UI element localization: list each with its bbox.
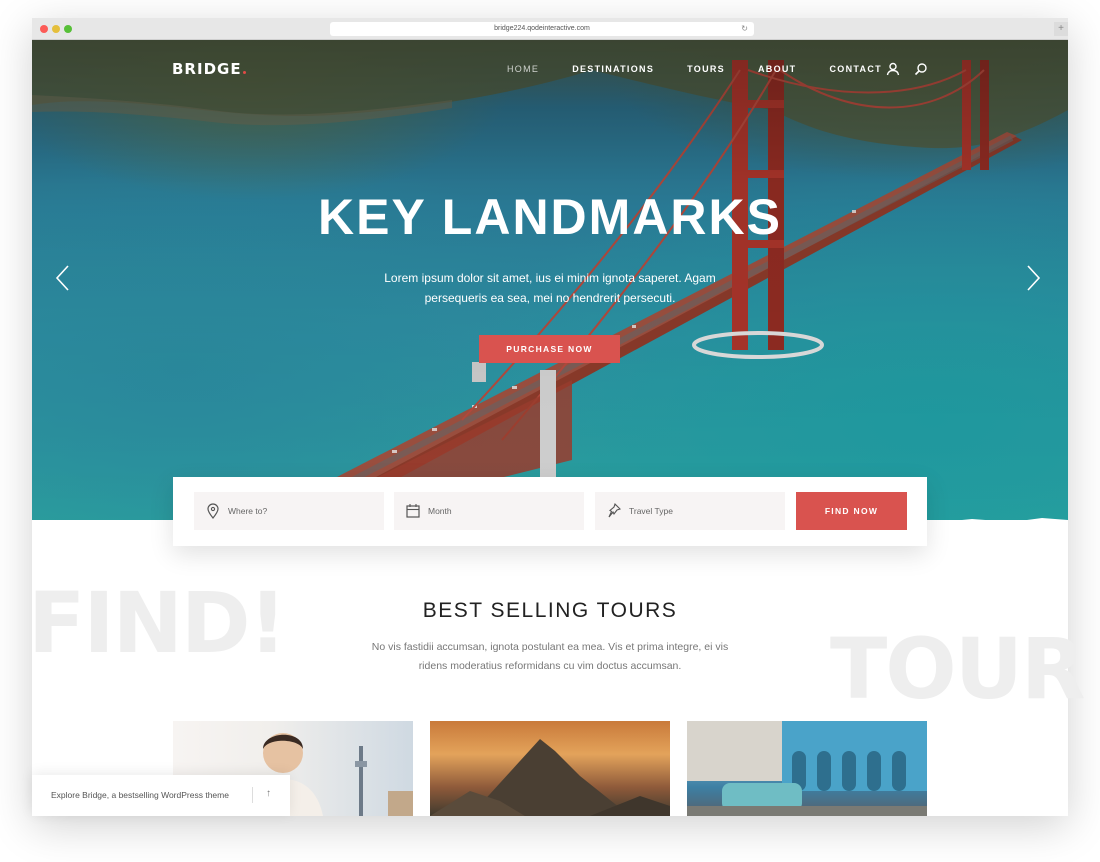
- background-word-find: FIND!: [28, 574, 287, 672]
- hero-title: KEY LANDMARKS: [318, 189, 782, 245]
- nav-item-contact[interactable]: CONTACT: [829, 64, 881, 74]
- tour-card-2-image: [430, 739, 670, 816]
- hero-slider: BRIDGE HOME DESTINATIONS TOURS ABOUT CON…: [32, 40, 1068, 520]
- chevron-right-icon[interactable]: [1026, 264, 1042, 292]
- tour-card-3[interactable]: [687, 721, 927, 816]
- nav-item-tours[interactable]: TOURS: [687, 64, 725, 74]
- nav-item-destinations[interactable]: DESTINATIONS: [572, 64, 654, 74]
- logo-dot: [242, 71, 246, 74]
- user-icon[interactable]: [886, 62, 900, 76]
- promo-divider: [252, 787, 253, 803]
- where-to-placeholder: Where to?: [228, 506, 268, 516]
- tour-card-2[interactable]: [430, 721, 670, 816]
- hero-subtitle-line-1: Lorem ipsum dolor sit amet, ius ei minim…: [384, 271, 716, 285]
- hero-subtitle: Lorem ipsum dolor sit amet, ius ei minim…: [350, 268, 750, 308]
- main-nav: HOME DESTINATIONS TOURS ABOUT CONTACT: [507, 64, 915, 74]
- browser-chrome: bridge224.qodeinteractive.com ↻ +: [32, 18, 1068, 40]
- hero-subtitle-line-2: persequeris ea sea, mei no hendrerit per…: [424, 291, 676, 305]
- section-subtitle-line-1: No vis fastidii accumsan, ignota postula…: [371, 641, 729, 653]
- close-window-button[interactable]: [40, 25, 48, 33]
- section-title: BEST SELLING TOURS: [422, 599, 678, 622]
- logo-text: BRIDGE: [172, 60, 242, 78]
- month-placeholder: Month: [428, 506, 452, 516]
- calendar-icon: [406, 504, 420, 518]
- section-subtitle: No vis fastidii accumsan, ignota postula…: [350, 638, 750, 676]
- minimize-window-button[interactable]: [52, 25, 60, 33]
- tour-search-bar: Where to? Month Travel Type FIND NOW: [173, 477, 927, 546]
- reload-icon[interactable]: ↻: [741, 22, 748, 36]
- address-bar[interactable]: bridge224.qodeinteractive.com ↻: [330, 22, 754, 36]
- background-word-tour: TOUR: [830, 620, 1086, 718]
- purchase-now-button[interactable]: PURCHASE NOW: [479, 335, 620, 363]
- find-now-button[interactable]: FIND NOW: [796, 492, 907, 530]
- where-to-field[interactable]: Where to?: [194, 492, 384, 530]
- search-icon[interactable]: [914, 62, 928, 76]
- chevron-left-icon[interactable]: [54, 264, 70, 292]
- section-subtitle-line-2: ridens moderatius reformidans cu vim doc…: [418, 660, 682, 672]
- browser-window: bridge224.qodeinteractive.com ↻ + BRIDGE…: [28, 18, 1086, 816]
- address-bar-url: bridge224.qodeinteractive.com: [494, 25, 590, 32]
- promo-bar[interactable]: Explore Bridge, a bestselling WordPress …: [32, 775, 290, 816]
- travel-type-field[interactable]: Travel Type: [595, 492, 785, 530]
- nav-item-home[interactable]: HOME: [507, 64, 539, 74]
- promo-text: Explore Bridge, a bestselling WordPress …: [51, 790, 229, 800]
- travel-type-placeholder: Travel Type: [629, 506, 673, 516]
- zoom-window-button[interactable]: [64, 25, 72, 33]
- map-pin-icon: [207, 503, 219, 519]
- nav-item-about[interactable]: ABOUT: [758, 64, 797, 74]
- month-field[interactable]: Month: [394, 492, 584, 530]
- tour-card-3-image: [687, 721, 927, 816]
- site-logo[interactable]: BRIDGE: [172, 60, 246, 78]
- new-tab-button[interactable]: +: [1054, 22, 1068, 36]
- pushpin-icon: [608, 503, 621, 518]
- arrow-up-icon[interactable]: ↑: [266, 788, 271, 799]
